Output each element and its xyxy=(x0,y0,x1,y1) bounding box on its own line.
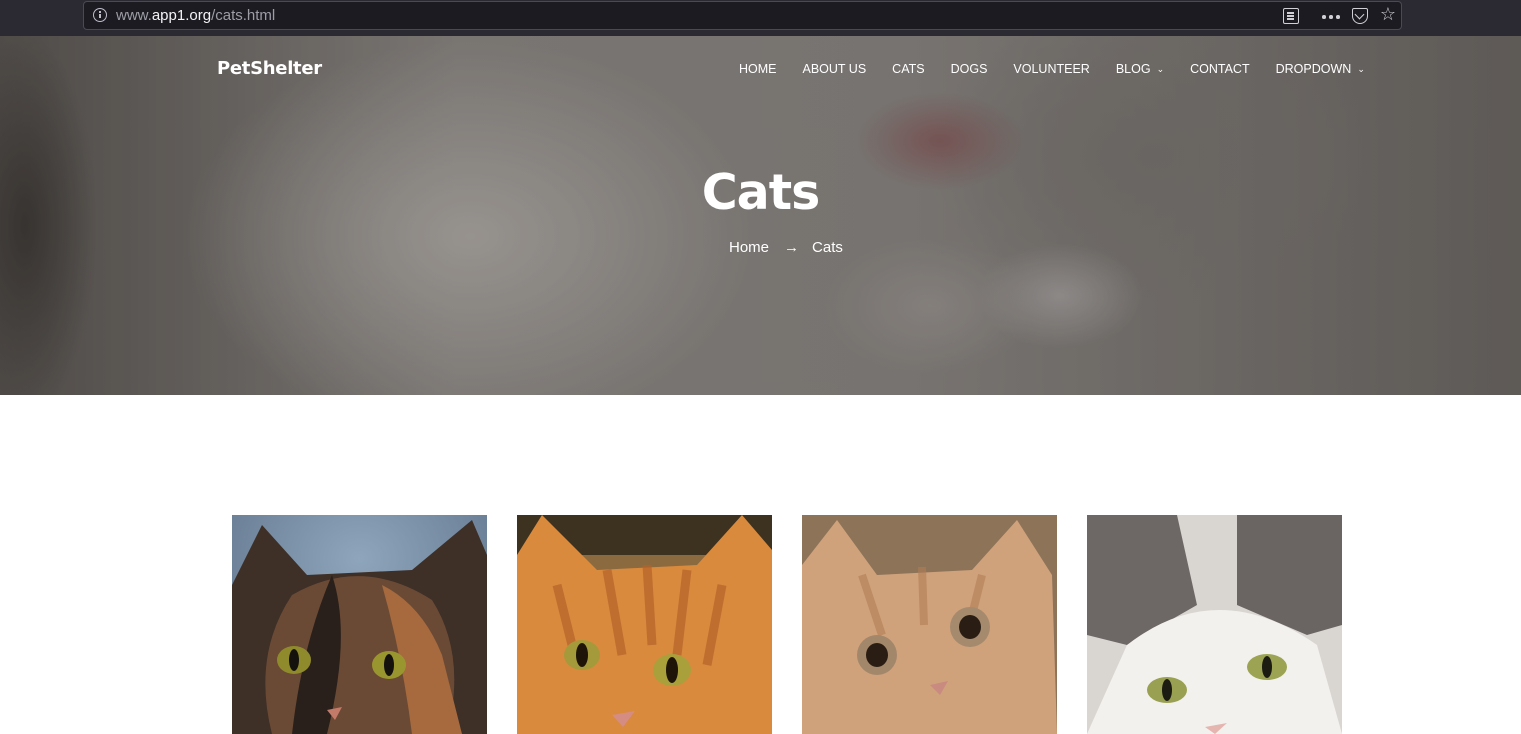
nav-item-label: CATS xyxy=(892,62,925,76)
url-host: app1.org xyxy=(151,7,212,24)
arrow-right-icon: → xyxy=(784,239,800,256)
cat-gallery xyxy=(232,515,1342,734)
address-bar[interactable]: www.app1.org/cats.html ☆ xyxy=(83,1,1402,30)
breadcrumb-current: Cats xyxy=(812,239,843,256)
orange-tabby-cat-photo xyxy=(517,515,772,734)
bookmark-star-icon[interactable]: ☆ xyxy=(1378,5,1398,25)
nav-item-volunteer[interactable]: VOLUNTEER xyxy=(1013,60,1089,78)
nav-item-blog[interactable]: BLOG ⌄ xyxy=(1116,60,1164,78)
info-icon[interactable] xyxy=(93,8,107,22)
ginger-kitten-photo xyxy=(802,515,1057,734)
nav-item-dropdown[interactable]: DROPDOWN ⌄ xyxy=(1276,60,1365,78)
pocket-icon[interactable] xyxy=(1352,8,1368,24)
nav-item-contact[interactable]: CONTACT xyxy=(1190,60,1250,78)
nav-item-label: CONTACT xyxy=(1190,62,1250,76)
cat-card[interactable] xyxy=(802,515,1057,734)
more-icon[interactable] xyxy=(1322,15,1340,19)
url-prefix: www. xyxy=(116,7,152,24)
site-logo[interactable]: PetShelter xyxy=(217,58,322,79)
chevron-down-icon: ⌄ xyxy=(1156,63,1165,74)
chevron-down-icon: ⌄ xyxy=(1357,63,1365,74)
nav-item-home[interactable]: HOME xyxy=(739,60,777,78)
nav-item-label: VOLUNTEER xyxy=(1013,62,1090,76)
url-path: /cats.html xyxy=(211,7,276,24)
grey-white-cat-photo xyxy=(1087,515,1342,734)
nav-item-about-us[interactable]: ABOUT US xyxy=(803,60,867,78)
tortoiseshell-cat-photo xyxy=(232,515,487,734)
cat-card[interactable] xyxy=(1087,515,1342,734)
breadcrumb-home-link[interactable]: Home xyxy=(729,239,769,256)
reader-view-icon[interactable] xyxy=(1283,8,1299,24)
nav-item-label: ABOUT US xyxy=(802,62,867,76)
page-title: Cats xyxy=(701,164,821,221)
nav-item-dogs[interactable]: DOGS xyxy=(951,60,988,78)
nav-item-label: DROPDOWN xyxy=(1275,62,1352,76)
hero-banner: PetShelter HOME ABOUT US CATS DOGS VOLUN… xyxy=(0,36,1521,395)
cat-card[interactable] xyxy=(517,515,772,734)
nav-item-label: BLOG xyxy=(1115,62,1151,76)
cat-card[interactable] xyxy=(232,515,487,734)
url-text[interactable]: www.app1.org/cats.html xyxy=(116,7,275,24)
nav-item-label: HOME xyxy=(739,62,777,76)
browser-toolbar: www.app1.org/cats.html ☆ xyxy=(0,0,1521,36)
breadcrumb: Home → Cats xyxy=(729,239,843,256)
main-nav: HOME ABOUT US CATS DOGS VOLUNTEER BLOG ⌄ … xyxy=(739,60,1365,78)
nav-item-label: DOGS xyxy=(950,62,988,76)
nav-item-cats[interactable]: CATS xyxy=(892,60,924,78)
